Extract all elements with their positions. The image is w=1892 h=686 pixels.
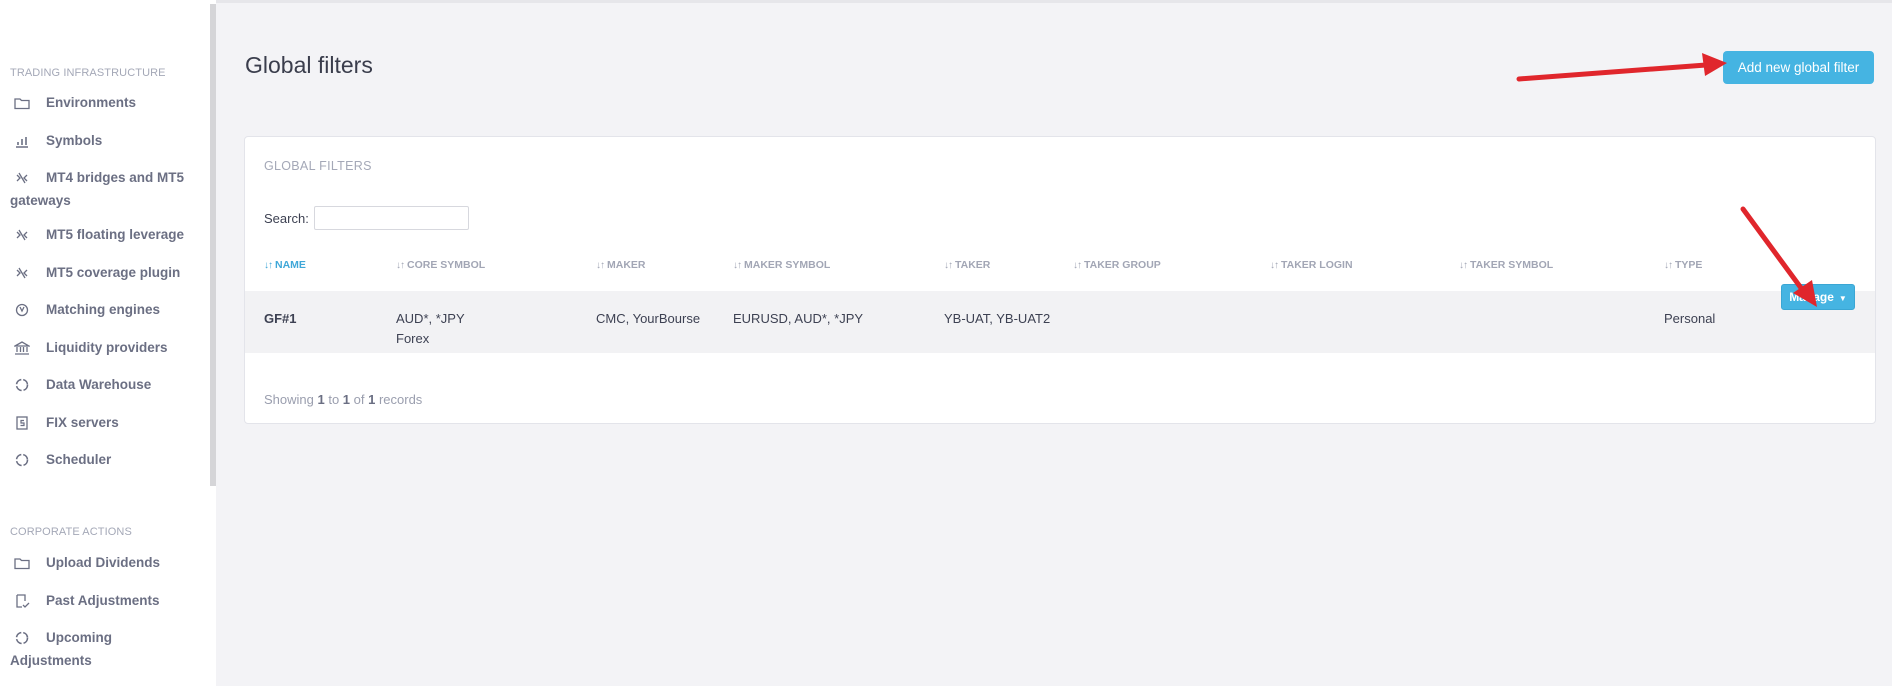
- bridge-icon: [14, 171, 30, 185]
- sidebar-item-upcoming-adjustments[interactable]: Upcoming Adjustments: [10, 626, 190, 672]
- section-label-trading-infrastructure: TRADING INFRASTRUCTURE: [10, 67, 166, 79]
- circle-icon: [14, 631, 30, 645]
- column-header-name[interactable]: ↓↑ NAME: [264, 259, 306, 271]
- column-header-maker[interactable]: ↓↑ MAKER: [596, 259, 646, 271]
- sort-icon: ↓↑: [1073, 260, 1082, 271]
- cell-core-symbol: AUD*, *JPY Forex: [396, 311, 465, 346]
- sidebar-item-symbols[interactable]: Symbols: [10, 129, 190, 152]
- column-header-taker[interactable]: ↓↑ TAKER: [944, 259, 990, 271]
- sidebar-item-label-line2: gateways: [10, 193, 71, 208]
- sidebar-item-data-warehouse[interactable]: Data Warehouse: [10, 373, 190, 396]
- arrow-to-add-button: [1516, 53, 1727, 82]
- sidebar-item-scheduler[interactable]: Scheduler: [10, 448, 190, 471]
- cell-maker: CMC, YourBourse: [596, 311, 701, 326]
- table-row: GF#1 AUD*, *JPY Forex CMC, YourBourse EUR…: [245, 291, 1875, 353]
- column-header-maker-symbol[interactable]: ↓↑ MAKER SYMBOL: [733, 259, 830, 271]
- column-header-type[interactable]: ↓↑ TYPE: [1664, 259, 1702, 271]
- cell-taker: YB-UAT, YB-UAT2: [944, 311, 1051, 326]
- bridge-icon: [14, 228, 30, 242]
- sort-icon: ↓↑: [396, 260, 405, 271]
- sort-icon: ↓↑: [733, 260, 742, 271]
- column-header-taker-login[interactable]: ↓↑ TAKER LOGIN: [1270, 259, 1353, 271]
- sidebar-item-label: Past Adjustments: [46, 593, 160, 608]
- sidebar-item-label: Scheduler: [46, 452, 112, 467]
- search-label: Search:: [264, 211, 309, 226]
- sort-icon: ↓↑: [1459, 260, 1468, 271]
- sidebar-item-label: MT5 coverage plugin: [46, 265, 181, 280]
- engine-icon: [14, 303, 30, 317]
- page-title: Global filters: [245, 52, 373, 78]
- sidebar-item-label: FIX servers: [46, 415, 119, 430]
- bridge-icon: [14, 266, 30, 280]
- cell-maker-symbol: EURUSD, AUD*, *JPY: [733, 311, 864, 326]
- sidebar: TRADING INFRASTRUCTURE Environments Symb…: [0, 0, 216, 686]
- folder-icon: [14, 556, 30, 570]
- column-header-core-symbol[interactable]: ↓↑ CORE SYMBOL: [396, 259, 485, 271]
- card-title: GLOBAL FILTERS: [264, 159, 372, 173]
- sidebar-item-label: Symbols: [46, 133, 103, 148]
- checklist-icon: [14, 594, 30, 609]
- sidebar-item-environments[interactable]: Environments: [10, 91, 190, 114]
- sidebar-item-label: Matching engines: [46, 302, 161, 317]
- bank-icon: [14, 341, 30, 356]
- sidebar-item-mt4-bridges[interactable]: MT4 bridges and MT5 gateways: [10, 166, 190, 212]
- sort-icon: ↓↑: [1270, 260, 1279, 271]
- records-info: Showing 1 to 1 of 1 records: [264, 392, 423, 407]
- bar-chart-icon: [14, 134, 30, 149]
- cell-name: GF#1: [264, 311, 297, 326]
- column-header-taker-group[interactable]: ↓↑ TAKER GROUP: [1073, 259, 1161, 271]
- section-label-corporate-actions: CORPORATE ACTIONS: [10, 526, 132, 538]
- cell-type: Personal: [1664, 311, 1716, 326]
- sort-icon: ↓↑: [944, 260, 953, 271]
- circle-icon: [14, 453, 30, 467]
- sidebar-item-label: Liquidity providers: [46, 340, 168, 355]
- column-header-taker-symbol[interactable]: ↓↑ TAKER SYMBOL: [1459, 259, 1553, 271]
- search-input[interactable]: [314, 206, 469, 230]
- document-s-icon: [14, 416, 30, 431]
- sort-icon: ↓↑: [596, 260, 605, 271]
- sidebar-item-mt5-coverage-plugin[interactable]: MT5 coverage plugin: [10, 261, 190, 284]
- sidebar-item-label: MT4 bridges and MT5: [46, 170, 185, 185]
- circle-icon: [14, 378, 30, 392]
- folder-icon: [14, 96, 30, 110]
- manage-dropdown-button[interactable]: Manage ▼: [1781, 284, 1855, 310]
- sidebar-item-upload-dividends[interactable]: Upload Dividends: [10, 551, 190, 574]
- sidebar-item-matching-engines[interactable]: Matching engines: [10, 298, 190, 321]
- sidebar-item-past-adjustments[interactable]: Past Adjustments: [10, 589, 190, 612]
- sidebar-item-label: Data Warehouse: [46, 377, 152, 392]
- add-global-filter-button[interactable]: Add new global filter: [1723, 51, 1874, 84]
- sidebar-item-label: MT5 floating leverage: [46, 227, 185, 242]
- sidebar-item-label: Environments: [46, 95, 137, 110]
- caret-down-icon: ▼: [1838, 294, 1847, 303]
- sort-icon: ↓↑: [1664, 260, 1673, 271]
- top-border: [0, 0, 1892, 3]
- sidebar-item-mt5-floating-leverage[interactable]: MT5 floating leverage: [10, 223, 190, 246]
- sidebar-item-liquidity-providers[interactable]: Liquidity providers: [10, 336, 190, 359]
- sidebar-scrollbar[interactable]: [210, 4, 216, 486]
- sort-icon: ↓↑: [264, 260, 273, 271]
- sidebar-item-label: Upload Dividends: [46, 555, 161, 570]
- global-filters-card: GLOBAL FILTERS Search: ↓↑ NAME ↓↑ CORE SYM…: [244, 136, 1876, 424]
- sidebar-item-fix-servers[interactable]: FIX servers: [10, 411, 190, 434]
